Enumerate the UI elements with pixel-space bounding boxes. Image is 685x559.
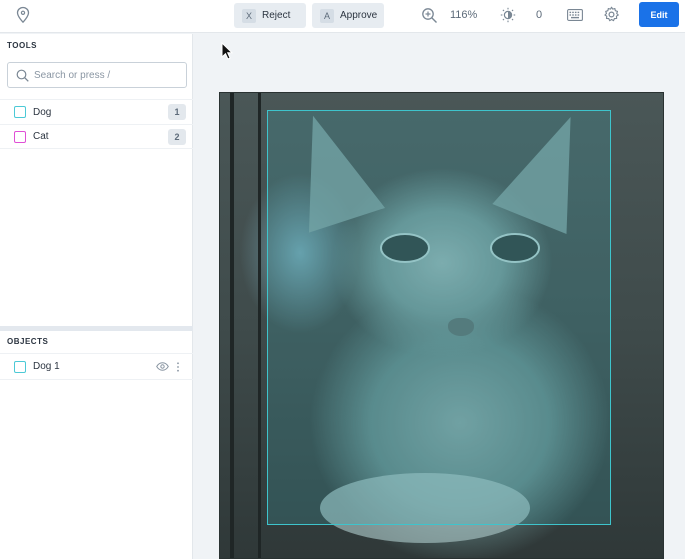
more-options-icon[interactable] [176,361,180,372]
tool-search[interactable] [7,62,187,88]
bounding-box-dog-1[interactable] [267,110,611,525]
object-item-label: Dog 1 [33,361,60,372]
top-toolbar: X Reject A Approve 116% 0 Edit [0,0,685,33]
reject-label: Reject [262,10,291,21]
approve-button[interactable]: A Approve [312,3,384,28]
brightness-icon[interactable] [500,7,516,23]
approve-hotkey: A [320,8,334,23]
object-item-dog-1[interactable]: Dog 1 [0,353,193,380]
search-input[interactable] [34,69,174,81]
cat-color-swatch [14,130,26,143]
tool-hotkey: 1 [168,104,186,120]
cage-bar [258,93,261,558]
objects-section-title: OBJECTS [7,337,49,346]
zoom-in-icon[interactable] [421,7,438,24]
tool-item-label: Dog [33,106,52,118]
reject-button[interactable]: X Reject [234,3,306,28]
reject-hotkey: X [242,8,256,23]
tool-hotkey: 2 [168,128,186,145]
mouse-cursor-icon [221,42,233,60]
tool-item-cat[interactable]: Cat 2 [0,124,193,149]
location-pin-icon[interactable] [15,6,31,24]
approve-label: Approve [340,10,378,21]
panel-divider[interactable] [0,326,193,331]
brightness-value[interactable]: 0 [536,9,542,21]
left-panel: TOOLS Dog 1 Cat 2 OBJECTS Dog 1 [0,34,193,559]
tool-item-label: Cat [33,131,49,142]
keyboard-icon[interactable] [567,9,583,21]
tool-item-dog[interactable]: Dog 1 [0,99,193,124]
gear-icon[interactable] [603,6,620,23]
annotation-canvas[interactable] [194,34,685,559]
object-color-swatch [14,360,26,373]
eye-icon[interactable] [156,362,169,371]
dog-color-swatch [14,106,26,118]
tools-section-title: TOOLS [7,41,37,50]
edit-button[interactable]: Edit [639,2,679,27]
search-icon [16,69,29,82]
cage-bar [230,93,234,558]
zoom-level[interactable]: 116% [450,9,477,21]
